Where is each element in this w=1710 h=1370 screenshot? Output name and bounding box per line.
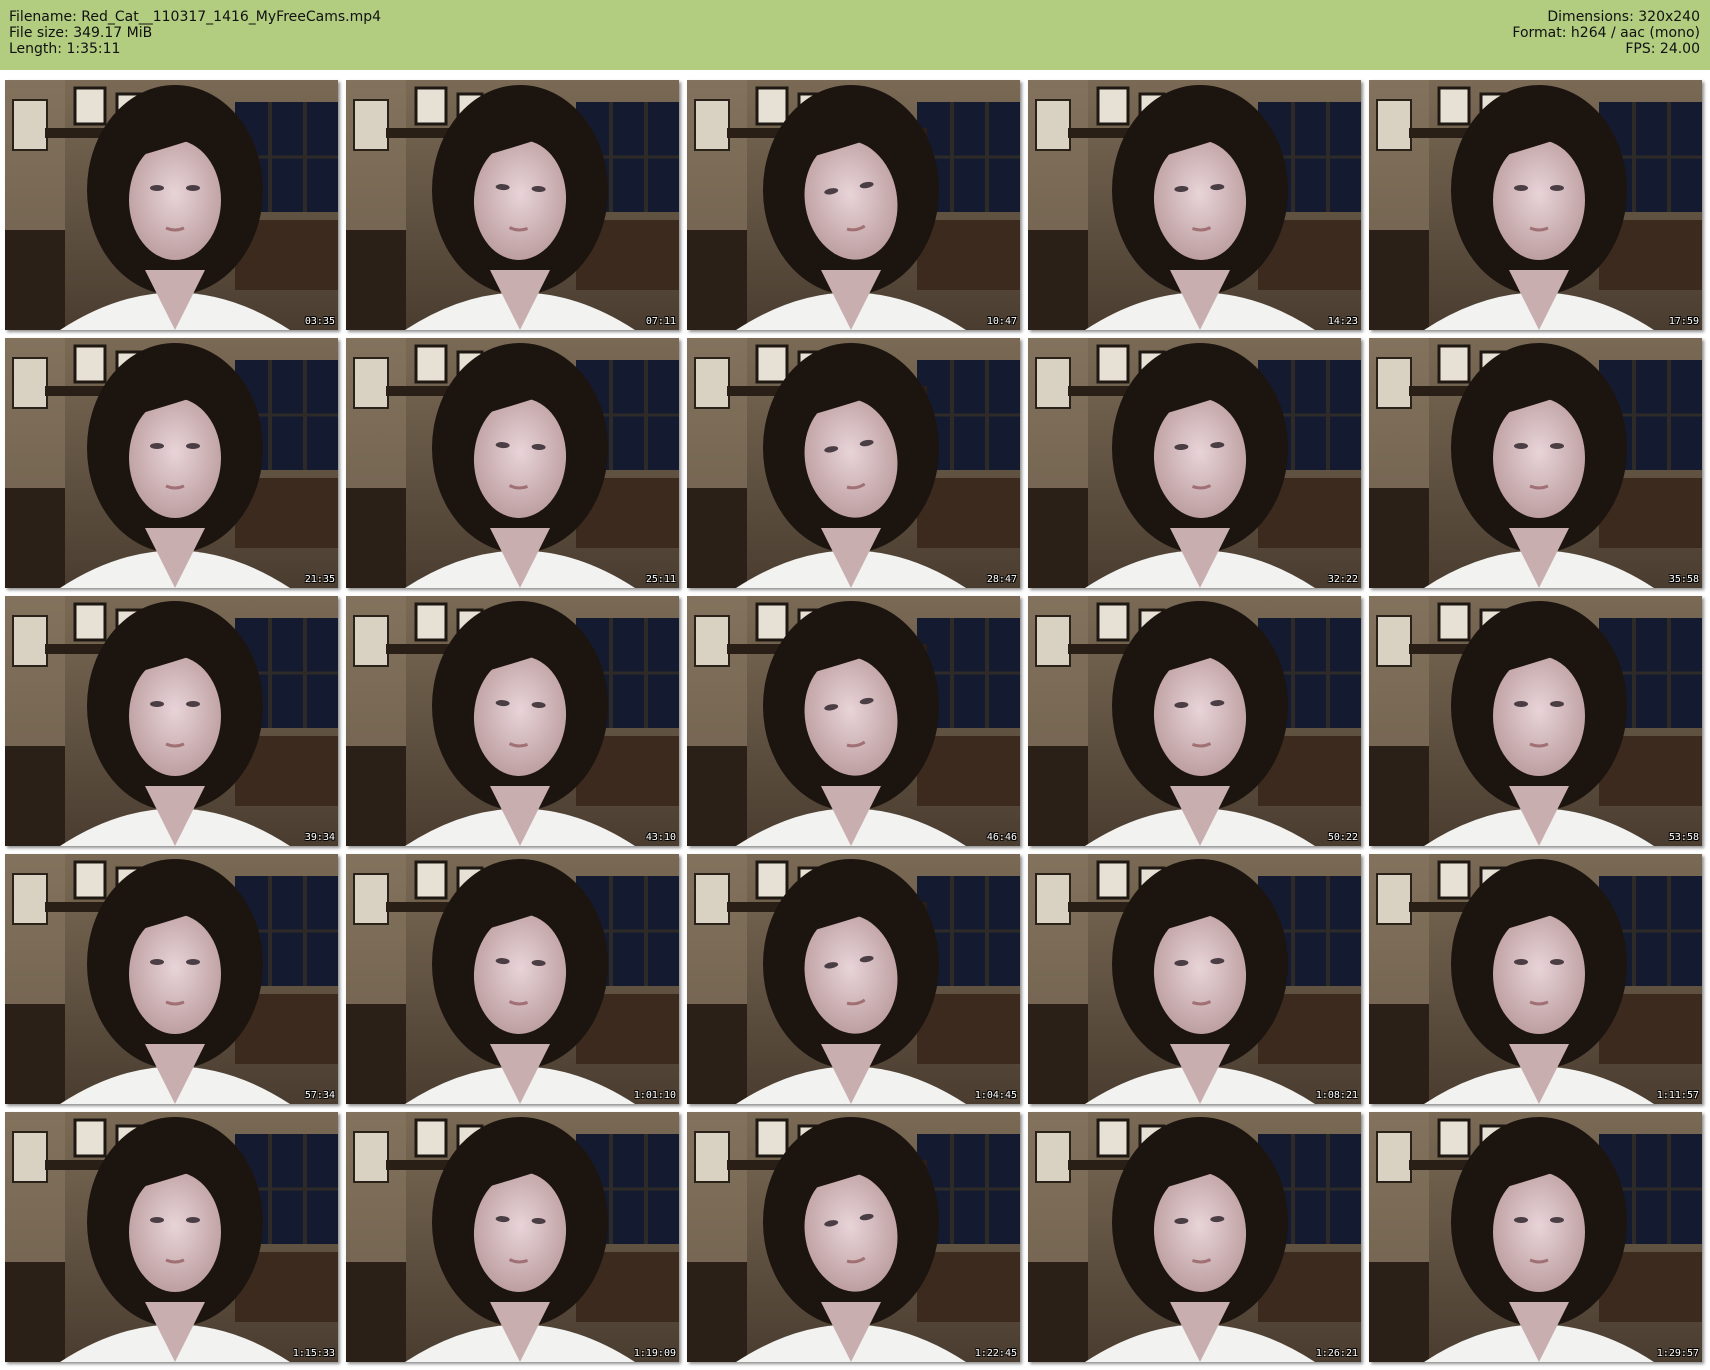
webcam-frame-image bbox=[5, 80, 338, 330]
webcam-frame-image bbox=[1028, 854, 1361, 1104]
thumbnail-timestamp: 43:10 bbox=[645, 832, 676, 843]
info-header: Filename: Red_Cat__110317_1416_MyFreeCam… bbox=[0, 0, 1710, 70]
thumbnail-frame: 1:04:45 bbox=[687, 854, 1020, 1104]
webcam-frame-image bbox=[5, 1112, 338, 1362]
thumbnail-frame: 46:46 bbox=[687, 596, 1020, 846]
thumbnail-timestamp: 1:15:33 bbox=[292, 1348, 335, 1359]
thumbnail-frame: 43:10 bbox=[346, 596, 679, 846]
thumbnail-timestamp: 03:35 bbox=[304, 316, 335, 327]
thumbnail-frame: 35:58 bbox=[1369, 338, 1702, 588]
webcam-frame-image bbox=[346, 596, 679, 846]
thumbnail-timestamp: 21:35 bbox=[304, 574, 335, 585]
thumbnail-frame: 1:11:57 bbox=[1369, 854, 1702, 1104]
thumbnail-frame: 57:34 bbox=[5, 854, 338, 1104]
thumbnail-timestamp: 1:22:45 bbox=[974, 1348, 1017, 1359]
thumbnail-frame: 39:34 bbox=[5, 596, 338, 846]
webcam-frame-image bbox=[687, 596, 1020, 846]
thumbnail-timestamp: 10:47 bbox=[986, 316, 1017, 327]
file-info: Filename: Red_Cat__110317_1416_MyFreeCam… bbox=[9, 9, 381, 57]
thumbnail-frame: 17:59 bbox=[1369, 80, 1702, 330]
thumbnail-timestamp: 50:22 bbox=[1327, 832, 1358, 843]
thumbnail-frame: 1:08:21 bbox=[1028, 854, 1361, 1104]
thumbnail-timestamp: 46:46 bbox=[986, 832, 1017, 843]
thumbnail-timestamp: 28:47 bbox=[986, 574, 1017, 585]
thumbnail-frame: 1:29:57 bbox=[1369, 1112, 1702, 1362]
webcam-frame-image bbox=[346, 80, 679, 330]
format-text: Format: h264 / aac (mono) bbox=[1512, 25, 1700, 41]
thumbnail-timestamp: 17:59 bbox=[1668, 316, 1699, 327]
webcam-frame-image bbox=[1369, 596, 1702, 846]
thumbnail-frame: 21:35 bbox=[5, 338, 338, 588]
thumbnail-timestamp: 39:34 bbox=[304, 832, 335, 843]
thumbnail-timestamp: 07:11 bbox=[645, 316, 676, 327]
thumbnail-timestamp: 32:22 bbox=[1327, 574, 1358, 585]
thumbnail-timestamp: 1:04:45 bbox=[974, 1090, 1017, 1101]
thumbnail-frame: 10:47 bbox=[687, 80, 1020, 330]
media-info: Dimensions: 320x240 Format: h264 / aac (… bbox=[1512, 9, 1700, 57]
thumbnail-frame: 1:26:21 bbox=[1028, 1112, 1361, 1362]
webcam-frame-image bbox=[687, 854, 1020, 1104]
webcam-frame-image bbox=[1369, 80, 1702, 330]
thumbnail-timestamp: 1:29:57 bbox=[1656, 1348, 1699, 1359]
webcam-frame-image bbox=[1028, 596, 1361, 846]
webcam-frame-image bbox=[1369, 1112, 1702, 1362]
thumbnail-frame: 1:19:09 bbox=[346, 1112, 679, 1362]
thumbnail-frame: 1:01:10 bbox=[346, 854, 679, 1104]
fps-text: FPS: 24.00 bbox=[1625, 41, 1700, 57]
thumbnail-timestamp: 1:01:10 bbox=[633, 1090, 676, 1101]
thumbnail-frame: 1:15:33 bbox=[5, 1112, 338, 1362]
thumbnail-timestamp: 1:26:21 bbox=[1315, 1348, 1358, 1359]
thumbnail-frame: 32:22 bbox=[1028, 338, 1361, 588]
thumbnail-timestamp: 35:58 bbox=[1668, 574, 1699, 585]
thumbnail-grid: 03:35 07:11 10:47 14:23 17:59 21:35 25:11 28:47… bbox=[5, 80, 1705, 1362]
webcam-frame-image bbox=[346, 1112, 679, 1362]
webcam-frame-image bbox=[346, 854, 679, 1104]
filename-text: Filename: Red_Cat__110317_1416_MyFreeCam… bbox=[9, 9, 382, 25]
thumbnail-frame: 03:35 bbox=[5, 80, 338, 330]
file-size-text: File size: 349.17 MiB bbox=[9, 25, 153, 41]
webcam-frame-image bbox=[687, 338, 1020, 588]
webcam-frame-image bbox=[5, 338, 338, 588]
webcam-frame-image bbox=[1369, 854, 1702, 1104]
webcam-frame-image bbox=[1369, 338, 1702, 588]
webcam-frame-image bbox=[346, 338, 679, 588]
thumbnail-frame: 1:22:45 bbox=[687, 1112, 1020, 1362]
webcam-frame-image bbox=[5, 596, 338, 846]
thumbnail-frame: 28:47 bbox=[687, 338, 1020, 588]
thumbnail-timestamp: 25:11 bbox=[645, 574, 676, 585]
webcam-frame-image bbox=[5, 854, 338, 1104]
thumbnail-frame: 07:11 bbox=[346, 80, 679, 330]
webcam-frame-image bbox=[1028, 338, 1361, 588]
webcam-frame-image bbox=[687, 1112, 1020, 1362]
thumbnail-frame: 53:58 bbox=[1369, 596, 1702, 846]
thumbnail-frame: 25:11 bbox=[346, 338, 679, 588]
thumbnail-timestamp: 14:23 bbox=[1327, 316, 1358, 327]
webcam-frame-image bbox=[1028, 1112, 1361, 1362]
length-text: Length: 1:35:11 bbox=[9, 41, 121, 57]
thumbnail-timestamp: 1:19:09 bbox=[633, 1348, 676, 1359]
thumbnail-timestamp: 1:11:57 bbox=[1656, 1090, 1699, 1101]
webcam-frame-image bbox=[1028, 80, 1361, 330]
thumbnail-timestamp: 57:34 bbox=[304, 1090, 335, 1101]
webcam-frame-image bbox=[687, 80, 1020, 330]
thumbnail-frame: 14:23 bbox=[1028, 80, 1361, 330]
dimensions-text: Dimensions: 320x240 bbox=[1547, 9, 1700, 25]
thumbnail-timestamp: 1:08:21 bbox=[1315, 1090, 1358, 1101]
thumbnail-frame: 50:22 bbox=[1028, 596, 1361, 846]
thumbnail-timestamp: 53:58 bbox=[1668, 832, 1699, 843]
